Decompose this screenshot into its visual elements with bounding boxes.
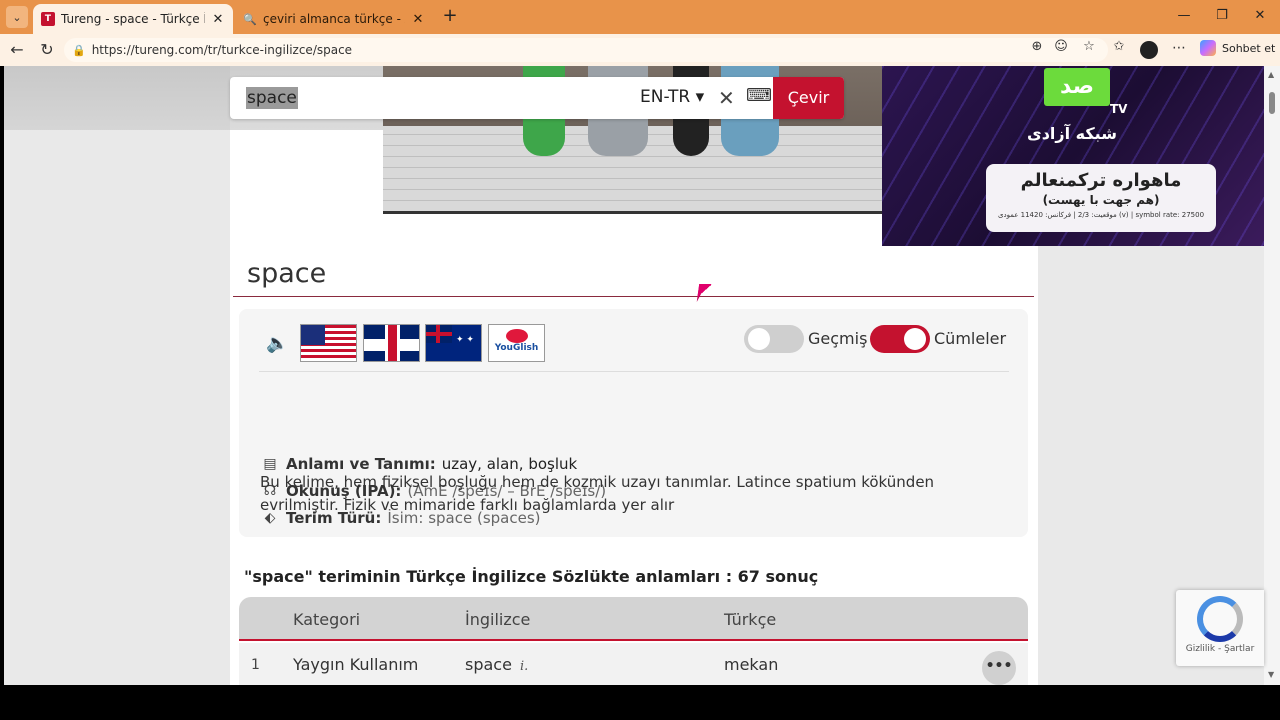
header-english: İngilizce bbox=[465, 610, 531, 629]
page-title: space bbox=[247, 258, 327, 289]
row-english[interactable]: space i. bbox=[465, 655, 528, 674]
au-flag-icon[interactable] bbox=[425, 324, 482, 362]
us-flag-icon[interactable] bbox=[300, 324, 357, 362]
tab-title: çeviri almanca türkçe - Arama bbox=[263, 12, 405, 26]
tureng-favicon-icon: T bbox=[41, 12, 55, 26]
row-turkish[interactable]: mekan bbox=[724, 655, 778, 674]
row-english-term[interactable]: space bbox=[465, 655, 512, 674]
url-field[interactable]: 🔒 https://tureng.com/tr/turkce-ingilizce… bbox=[64, 38, 1108, 62]
tab-bar: ⌄ T Tureng - space - Türkçe İngilizce Sö… bbox=[0, 0, 1280, 34]
close-tab-icon[interactable]: ✕ bbox=[411, 12, 425, 27]
recaptcha-links[interactable]: Gizlilik - Şartlar bbox=[1176, 644, 1264, 654]
scrollbar-thumb[interactable] bbox=[1269, 92, 1275, 114]
reload-icon[interactable]: ↻ bbox=[38, 41, 56, 59]
search-input[interactable]: space bbox=[246, 87, 298, 109]
page-viewport: صد TV شبکه آزادی ماهواره ترکمنعالم (هم ج… bbox=[4, 66, 1264, 685]
scrollbar[interactable]: ▲ ▼ bbox=[1264, 66, 1280, 685]
table-row: 1 Yaygın Kullanım space i. mekan ••• bbox=[239, 643, 1028, 685]
clear-icon[interactable]: ✕ bbox=[718, 86, 735, 110]
advertisement-banner[interactable]: صد TV شبکه آزادی ماهواره ترکمنعالم (هم ج… bbox=[882, 66, 1264, 246]
favorite-star-icon[interactable]: ☆ bbox=[1080, 39, 1098, 54]
results-table: Kategori İngilizce Türkçe 1 Yaygın Kulla… bbox=[239, 597, 1028, 685]
results-heading: "space" teriminin Türkçe İngilizce Sözlü… bbox=[244, 567, 819, 586]
ad-logo: صد bbox=[1044, 68, 1110, 106]
ad-box-sub: (هم جهت با یهست) bbox=[1042, 193, 1160, 207]
recaptcha-icon bbox=[1197, 596, 1243, 642]
close-window-icon[interactable]: ✕ bbox=[1252, 8, 1268, 23]
table-header: Kategori İngilizce Türkçe bbox=[239, 597, 1028, 641]
title-divider bbox=[233, 296, 1034, 297]
restore-icon[interactable]: ❐ bbox=[1214, 8, 1230, 23]
translate-button[interactable]: Çevir bbox=[773, 77, 844, 119]
ad-box-title: ماهواره ترکمنعالم bbox=[1020, 170, 1182, 191]
minimize-icon[interactable]: — bbox=[1176, 8, 1192, 23]
sentences-label: Cümleler bbox=[934, 329, 1007, 348]
url-text: https://tureng.com/tr/turkce-ingilizce/s… bbox=[91, 43, 353, 57]
ad-info-box: ماهواره ترکمنعالم (هم جهت با یهست) موقعی… bbox=[986, 164, 1216, 232]
new-tab-button[interactable]: + bbox=[440, 7, 460, 27]
copilot-label: Sohbet et bbox=[1222, 41, 1276, 55]
copilot-icon bbox=[1200, 40, 1216, 56]
row-category[interactable]: Yaygın Kullanım bbox=[293, 655, 418, 674]
word-description: Bu kelime, hem fiziksel boşluğu hem de k… bbox=[260, 473, 935, 514]
keyboard-icon[interactable]: ⌨ bbox=[746, 85, 772, 106]
sentences-toggle[interactable] bbox=[870, 325, 930, 353]
more-options-icon[interactable]: ⋯ bbox=[1172, 40, 1186, 56]
row-menu-button[interactable]: ••• bbox=[982, 651, 1016, 685]
header-category: Kategori bbox=[293, 610, 361, 629]
reading-icon[interactable]: ☺ bbox=[1052, 39, 1070, 54]
search-favicon-icon: 🔍 bbox=[243, 12, 257, 26]
tab-actions-menu[interactable]: ⌄ bbox=[6, 6, 28, 28]
youglish-button[interactable]: YouGlish bbox=[488, 324, 545, 362]
search-bar: space EN-TR ▾ ✕ ⌨ Çevir bbox=[230, 77, 844, 119]
tab-title: Tureng - space - Türkçe İngilizce Sözlük bbox=[61, 12, 205, 26]
address-bar: ← ↻ 🔒 https://tureng.com/tr/turkce-ingil… bbox=[0, 34, 1280, 66]
scroll-up-icon[interactable]: ▲ bbox=[1268, 70, 1274, 79]
copilot-button[interactable]: Sohbet et bbox=[1200, 40, 1275, 56]
youglish-label: YouGlish bbox=[494, 343, 539, 353]
profile-avatar[interactable] bbox=[1140, 41, 1158, 59]
ad-box-small: موقعیت: 2/3 | فرکانس: 11420 عمودی (v) | … bbox=[997, 211, 1205, 219]
row-number: 1 bbox=[251, 657, 260, 673]
row-abbr: i. bbox=[519, 659, 529, 674]
ad-line1: شبکه آزادی bbox=[1027, 124, 1117, 143]
favorites-icon[interactable]: ✩ bbox=[1110, 39, 1128, 54]
ad-tv: TV bbox=[1110, 102, 1128, 116]
close-tab-icon[interactable]: ✕ bbox=[211, 12, 225, 27]
header-turkish: Türkçe bbox=[724, 610, 777, 629]
card-divider bbox=[259, 371, 1009, 372]
tab-tureng[interactable]: T Tureng - space - Türkçe İngilizce Sözl… bbox=[33, 4, 233, 34]
scroll-down-icon[interactable]: ▼ bbox=[1268, 670, 1274, 679]
history-toggle[interactable] bbox=[744, 325, 804, 353]
tab-search[interactable]: 🔍 çeviri almanca türkçe - Arama ✕ bbox=[235, 4, 433, 34]
book-icon: ▤ bbox=[263, 456, 277, 472]
uk-flag-icon[interactable] bbox=[363, 324, 420, 362]
youglish-icon bbox=[505, 329, 528, 343]
history-label: Geçmiş bbox=[808, 329, 868, 348]
language-select[interactable]: EN-TR ▾ bbox=[640, 87, 704, 107]
speaker-icon[interactable]: 🔈 bbox=[266, 333, 288, 354]
recaptcha-badge[interactable]: Gizlilik - Şartlar bbox=[1176, 590, 1264, 666]
zoom-icon[interactable]: ⊕ bbox=[1028, 39, 1046, 54]
back-icon[interactable]: ← bbox=[8, 41, 26, 59]
lock-icon: 🔒 bbox=[72, 43, 86, 57]
